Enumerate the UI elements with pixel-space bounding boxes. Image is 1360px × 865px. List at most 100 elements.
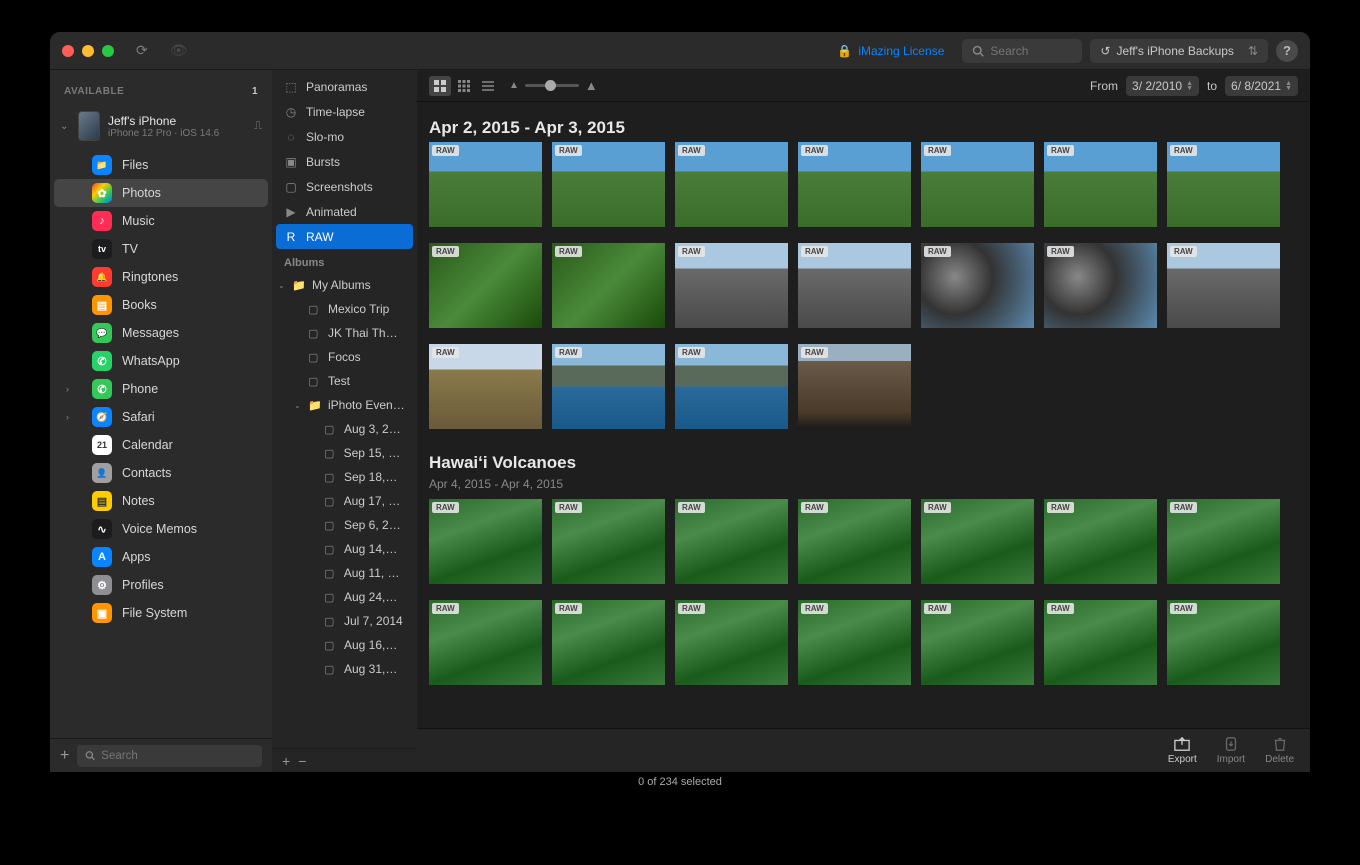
photo-thumbnail[interactable]: RAW: [798, 243, 911, 328]
grid-view-button[interactable]: [429, 76, 451, 96]
stepper-icon[interactable]: ▲▼: [1186, 81, 1193, 91]
photo-thumbnail[interactable]: RAW: [798, 344, 911, 429]
photo-thumbnail[interactable]: RAW: [921, 600, 1034, 685]
sidebar-item-photos[interactable]: ✿Photos: [54, 179, 268, 207]
sidebar-item-safari[interactable]: ›🧭Safari: [54, 403, 268, 431]
mosaic-view-button[interactable]: [453, 76, 475, 96]
photo-thumbnail[interactable]: RAW: [1167, 600, 1280, 685]
help-button[interactable]: ?: [1276, 40, 1298, 62]
album-item[interactable]: ▢Aug 3, 2…: [272, 417, 417, 441]
album-item[interactable]: ▢Sep 18,…: [272, 465, 417, 489]
sidebar-item-whatsapp[interactable]: ✆WhatsApp: [54, 347, 268, 375]
sidebar-item-calendar[interactable]: 21Calendar: [54, 431, 268, 459]
album-item[interactable]: ▢Aug 24,…: [272, 585, 417, 609]
photo-thumbnail[interactable]: RAW: [429, 600, 542, 685]
photo-thumbnail[interactable]: RAW: [429, 243, 542, 328]
album-item[interactable]: ▢Aug 11, 2…: [272, 561, 417, 585]
photo-thumbnail[interactable]: RAW: [1044, 499, 1157, 584]
sidebar-item-books[interactable]: ▤Books: [54, 291, 268, 319]
photo-thumbnail[interactable]: RAW: [552, 142, 665, 227]
sidebar-item-apps[interactable]: AApps: [54, 543, 268, 571]
photo-thumbnail[interactable]: RAW: [675, 142, 788, 227]
refresh-button[interactable]: ⟳: [136, 42, 148, 59]
mediatype-panoramas[interactable]: ⬚Panoramas: [272, 74, 417, 99]
device-row[interactable]: ⌄ Jeff's iPhone iPhone 12 Pro · iOS 14.6…: [50, 105, 272, 147]
mediatype-timelapse[interactable]: ◷Time-lapse: [272, 99, 417, 124]
list-view-button[interactable]: [477, 76, 499, 96]
export-button[interactable]: Export: [1168, 736, 1197, 765]
import-button[interactable]: Import: [1217, 736, 1245, 765]
photo-thumbnail[interactable]: RAW: [552, 499, 665, 584]
photo-thumbnail[interactable]: RAW: [552, 243, 665, 328]
album-item[interactable]: ▢Sep 15, 2…: [272, 441, 417, 465]
photo-thumbnail[interactable]: RAW: [1167, 499, 1280, 584]
license-button[interactable]: 🔒 iMazing License: [827, 39, 954, 63]
mediatype-screenshots[interactable]: ▢Screenshots: [272, 174, 417, 199]
album-item[interactable]: ▢Sep 6, 2…: [272, 513, 417, 537]
maximize-window-button[interactable]: [102, 45, 114, 57]
sidebar-item-music[interactable]: ♪Music: [54, 207, 268, 235]
mediatype-raw[interactable]: RRAW: [276, 224, 413, 249]
photo-thumbnail[interactable]: RAW: [1167, 243, 1280, 328]
add-button[interactable]: +: [60, 747, 69, 765]
toolbar-search[interactable]: [962, 39, 1082, 63]
album-item[interactable]: ▢Aug 31,…: [272, 657, 417, 681]
sidebar-item-contacts[interactable]: 👤Contacts: [54, 459, 268, 487]
toolbar-search-input[interactable]: [990, 44, 1070, 58]
minimize-window-button[interactable]: [82, 45, 94, 57]
close-window-button[interactable]: [62, 45, 74, 57]
photo-thumbnail[interactable]: RAW: [675, 344, 788, 429]
album-item[interactable]: ▢JK Thai Th…: [272, 321, 417, 345]
album-item[interactable]: ▢Aug 17, 2…: [272, 489, 417, 513]
photo-thumbnail[interactable]: RAW: [675, 499, 788, 584]
photo-thumbnail[interactable]: RAW: [429, 344, 542, 429]
photo-thumbnail[interactable]: RAW: [798, 499, 911, 584]
photo-thumbnail[interactable]: RAW: [429, 499, 542, 584]
photo-thumbnail[interactable]: RAW: [675, 600, 788, 685]
album-item[interactable]: ⌄📁My Albums: [272, 273, 417, 297]
sidebar-item-phone[interactable]: ›✆Phone: [54, 375, 268, 403]
photo-thumbnail[interactable]: RAW: [429, 142, 542, 227]
sidebar-item-ringtones[interactable]: 🔔Ringtones: [54, 263, 268, 291]
photo-thumbnail[interactable]: RAW: [1167, 142, 1280, 227]
delete-button[interactable]: Delete: [1265, 736, 1294, 765]
photo-thumbnail[interactable]: RAW: [921, 499, 1034, 584]
album-item[interactable]: ▢Aug 14,…: [272, 537, 417, 561]
album-item[interactable]: ⌄📁iPhoto Even…: [272, 393, 417, 417]
stepper-icon[interactable]: ▲▼: [1285, 81, 1292, 91]
mediatype-bursts[interactable]: ▣Bursts: [272, 149, 417, 174]
sidebar-item-tv[interactable]: tvTV: [54, 235, 268, 263]
zoom-slider[interactable]: [525, 84, 579, 87]
zoom-control[interactable]: ▲ ▲: [509, 78, 598, 93]
photo-thumbnail[interactable]: RAW: [552, 600, 665, 685]
photo-thumbnail[interactable]: RAW: [798, 600, 911, 685]
sidebar-item-voice-memos[interactable]: ∿Voice Memos: [54, 515, 268, 543]
album-item[interactable]: ▢Aug 16,…: [272, 633, 417, 657]
visibility-button[interactable]: 👁: [170, 42, 188, 59]
photo-thumbnail[interactable]: RAW: [798, 142, 911, 227]
remove-album-button[interactable]: −: [298, 753, 306, 769]
sidebar-item-file-system[interactable]: ▣File System: [54, 599, 268, 627]
sidebar-search-input[interactable]: [101, 750, 254, 762]
date-to-input[interactable]: 6/ 8/2021 ▲▼: [1225, 76, 1298, 96]
sidebar-item-files[interactable]: 📁Files: [54, 151, 268, 179]
photo-thumbnail[interactable]: RAW: [552, 344, 665, 429]
album-item[interactable]: ▢Test: [272, 369, 417, 393]
photo-thumbnail[interactable]: RAW: [1044, 600, 1157, 685]
mediatype-animated[interactable]: ▶Animated: [272, 199, 417, 224]
sidebar-item-messages[interactable]: 💬Messages: [54, 319, 268, 347]
sidebar-item-notes[interactable]: ▤Notes: [54, 487, 268, 515]
photo-thumbnail[interactable]: RAW: [921, 142, 1034, 227]
album-item[interactable]: ▢Jul 7, 2014: [272, 609, 417, 633]
sidebar-item-profiles[interactable]: ⚙Profiles: [54, 571, 268, 599]
mediatype-slomo[interactable]: ◌Slo-mo: [272, 124, 417, 149]
photo-grid[interactable]: Apr 2, 2015 - Apr 3, 2015RAWRAWRAWRAWRAW…: [417, 102, 1310, 728]
backups-button[interactable]: ↺ Jeff's iPhone Backups ⇅: [1090, 39, 1268, 63]
sidebar-search[interactable]: [77, 745, 262, 767]
photo-thumbnail[interactable]: RAW: [1044, 142, 1157, 227]
photo-thumbnail[interactable]: RAW: [921, 243, 1034, 328]
photo-thumbnail[interactable]: RAW: [675, 243, 788, 328]
add-album-button[interactable]: +: [282, 753, 290, 769]
album-item[interactable]: ▢Focos: [272, 345, 417, 369]
date-from-input[interactable]: 3/ 2/2010 ▲▼: [1126, 76, 1199, 96]
